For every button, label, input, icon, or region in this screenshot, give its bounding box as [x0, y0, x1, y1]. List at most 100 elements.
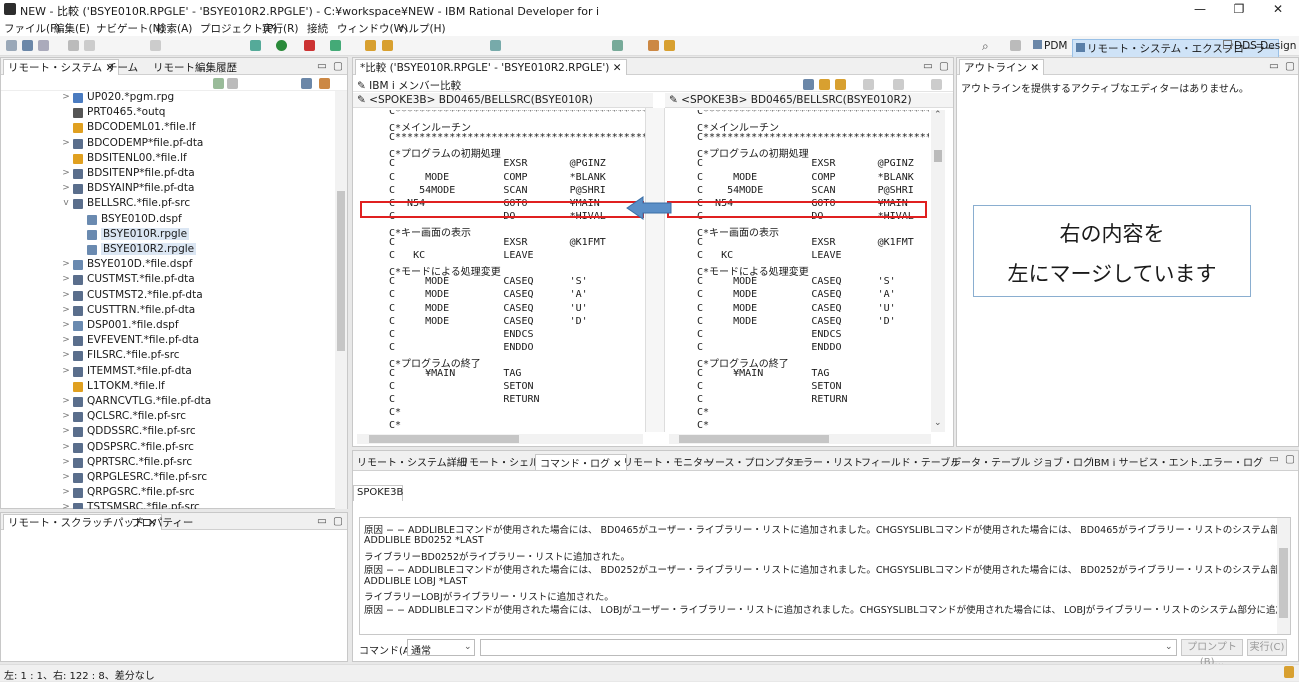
chevron-right-icon[interactable]: >: [61, 366, 71, 376]
refresh-icon[interactable]: [150, 40, 161, 51]
maximize-icon[interactable]: ▢: [939, 60, 949, 72]
right-scrollbar-thumb[interactable]: [934, 150, 942, 162]
menu-run[interactable]: 実行(R): [262, 21, 299, 36]
copy-all-icon[interactable]: [803, 79, 814, 90]
maximize-icon[interactable]: ▢: [333, 60, 343, 72]
log-scrollbar[interactable]: [1277, 518, 1290, 634]
tree-item[interactable]: > DSP001.*file.dspf: [61, 319, 331, 334]
tree-scrollbar-thumb[interactable]: [337, 191, 345, 351]
run-button[interactable]: 実行(C): [1247, 639, 1287, 656]
menu-connect[interactable]: 接続: [307, 21, 328, 36]
right-source-pane[interactable]: C***************************************…: [697, 110, 929, 432]
tree-scrollbar[interactable]: [335, 91, 347, 509]
tree-item[interactable]: > ITEMMST.*file.pf-dta: [61, 365, 331, 380]
close-icon[interactable]: ✕: [613, 62, 622, 74]
scroll-down-icon[interactable]: ⌄: [934, 418, 942, 428]
chevron-right-icon[interactable]: >: [61, 335, 71, 345]
tree-item[interactable]: BSYE010D.dspf: [61, 213, 331, 228]
left-h-scrollbar[interactable]: [357, 434, 643, 444]
minimize-icon[interactable]: ▭: [1269, 453, 1279, 465]
tree-item[interactable]: > UP020.*pgm.rpg: [61, 91, 331, 106]
chevron-right-icon[interactable]: >: [61, 320, 71, 330]
tab-remote-system-details[interactable]: リモート・システム詳細: [357, 454, 467, 469]
tree-item[interactable]: > BDCODEMP*file.pf-dta: [61, 137, 331, 152]
search-icon[interactable]: ⌕: [982, 39, 989, 54]
connection-tab[interactable]: SPOKE3B: [353, 485, 403, 501]
tree-item[interactable]: > FILSRC.*file.pf-src: [61, 349, 331, 364]
minimize-icon[interactable]: ▭: [1269, 60, 1279, 72]
tree-item[interactable]: > TSTSMSRC.*file.pf-src: [61, 501, 331, 509]
chevron-right-icon[interactable]: >: [61, 168, 71, 178]
tab-outline[interactable]: アウトライン ✕: [959, 59, 1045, 75]
tree-item[interactable]: > QARNCVTLG.*file.pf-dta: [61, 395, 331, 410]
tab-source-prompter[interactable]: ソース・プロンプター: [705, 454, 804, 469]
command-mode-select[interactable]: 通常 ⌄: [407, 639, 475, 657]
tree-item[interactable]: PRT0465.*outq: [61, 106, 331, 121]
tree-item[interactable]: > BDSYAINP*file.pf-dta: [61, 182, 331, 197]
chevron-right-icon[interactable]: >: [61, 259, 71, 269]
tab-field-table[interactable]: フィールド・テーブル: [861, 454, 960, 469]
perspective-dds[interactable]: DDS Design: [1220, 39, 1299, 53]
tree-item[interactable]: > CUSTTRN.*file.pf-dta: [61, 304, 331, 319]
tool-icon[interactable]: [250, 40, 261, 51]
tree-item[interactable]: BDSITENL00.*file.lf: [61, 152, 331, 167]
save-all-icon[interactable]: [38, 40, 49, 51]
tree-item[interactable]: v BELLSRC.*file.pf-src: [61, 197, 331, 212]
minimize-icon[interactable]: ▭: [317, 515, 327, 527]
tab-ibmi-service-entry[interactable]: IBM i サービス・エント...: [1091, 454, 1208, 469]
copy-right-icon[interactable]: [819, 79, 830, 90]
tree-item[interactable]: BSYE010R.rpgle: [61, 227, 331, 243]
tree-item[interactable]: BSYE010R2.rpgle: [61, 243, 331, 258]
tab-remote-edit-history[interactable]: リモート編集履歴: [153, 60, 237, 75]
chevron-right-icon[interactable]: >: [61, 396, 71, 406]
right-scrollbar[interactable]: ⌃ ⌄: [931, 110, 945, 432]
chevron-right-icon[interactable]: >: [61, 411, 71, 421]
left-source-pane[interactable]: C***************************************…: [389, 110, 645, 432]
tree-item[interactable]: > BDSITENP*file.pf-dta: [61, 167, 331, 182]
perspective-pdm[interactable]: PDM: [1030, 39, 1070, 53]
close-icon[interactable]: ✕: [1030, 62, 1039, 74]
chevron-right-icon[interactable]: >: [61, 442, 71, 452]
chevron-down-icon[interactable]: ⌄: [464, 642, 472, 652]
command-input[interactable]: ⌄: [480, 639, 1177, 656]
left-h-scrollbar-thumb[interactable]: [369, 435, 519, 443]
refresh-compare-icon[interactable]: [931, 79, 942, 90]
sync-icon[interactable]: [213, 78, 224, 89]
tree-item[interactable]: > EVFEVENT.*file.pf-dta: [61, 334, 331, 349]
filter-icon[interactable]: [648, 40, 659, 51]
menu-navigate[interactable]: ナビゲート(N): [96, 21, 165, 36]
maximize-icon[interactable]: ▢: [1285, 453, 1295, 465]
tree-item[interactable]: L1TOKM.*file.lf: [61, 380, 331, 395]
chevron-down-icon[interactable]: ⌄: [1165, 642, 1173, 652]
log-scrollbar-thumb[interactable]: [1279, 548, 1288, 618]
close-icon[interactable]: ✕: [610, 459, 621, 470]
right-h-scrollbar-thumb[interactable]: [679, 435, 829, 443]
tab-data-table[interactable]: データ・テーブル: [951, 454, 1030, 469]
new-icon[interactable]: [6, 40, 17, 51]
tree-item[interactable]: > CUSTMST.*file.pf-dta: [61, 273, 331, 288]
chevron-right-icon[interactable]: >: [61, 502, 71, 509]
save-icon[interactable]: [22, 40, 33, 51]
debug-icon[interactable]: [68, 40, 79, 51]
tab-properties[interactable]: プロパティー: [131, 515, 193, 530]
chevron-right-icon[interactable]: >: [61, 426, 71, 436]
minimize-button[interactable]: —: [1185, 1, 1215, 18]
chevron-right-icon[interactable]: >: [61, 457, 71, 467]
copy-left-icon[interactable]: [835, 79, 846, 90]
menu-search[interactable]: 検索(A): [156, 21, 192, 36]
close-window-button[interactable]: ✕: [1263, 1, 1293, 18]
tab-remote-systems[interactable]: リモート・システム ✕: [3, 59, 120, 75]
annotate-icon[interactable]: [382, 40, 393, 51]
chevron-right-icon[interactable]: >: [61, 487, 71, 497]
maximize-button[interactable]: ❐: [1224, 1, 1254, 18]
notification-icon[interactable]: [1284, 666, 1294, 678]
scroll-up-icon[interactable]: ⌃: [934, 110, 942, 120]
chevron-down-icon[interactable]: v: [61, 198, 71, 208]
tab-remote-shell[interactable]: リモート・シェル: [459, 454, 539, 469]
open-icon[interactable]: [612, 40, 623, 51]
tab-job-log[interactable]: ジョブ・ログ: [1033, 454, 1093, 469]
open-perspective-icon[interactable]: [1010, 40, 1021, 51]
chevron-right-icon[interactable]: >: [61, 350, 71, 360]
chevron-right-icon[interactable]: >: [61, 472, 71, 482]
build-icon[interactable]: [330, 40, 341, 51]
